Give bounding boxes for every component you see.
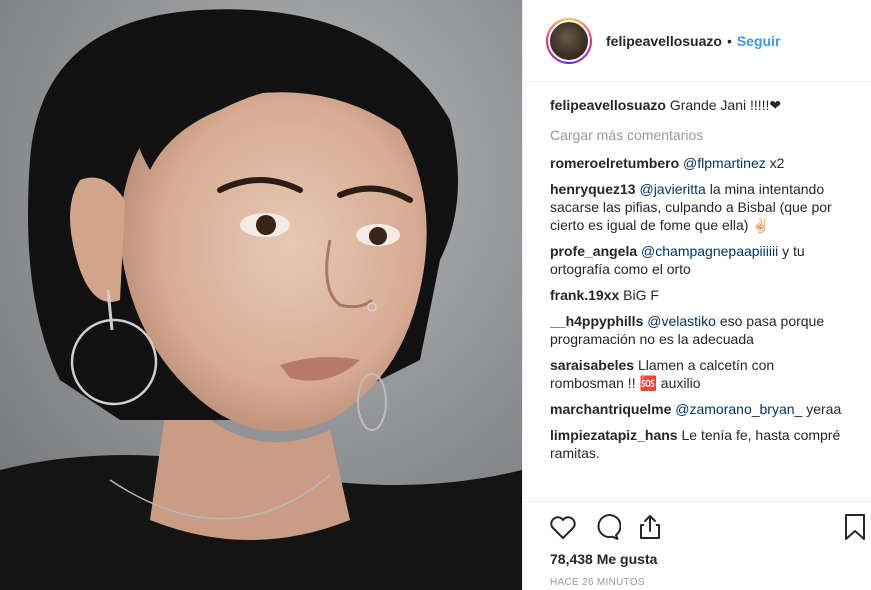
comment-item: saraisabeles Llamen a calcetín con rombo… [550,356,850,392]
comment-username[interactable]: henryquez13 [550,181,636,197]
comment-item: henryquez13 @javieritta la mina intentan… [550,180,850,234]
comment-item: profe_angela @champagnepaapiiiiii y tu o… [550,242,850,278]
like-button[interactable] [548,512,578,542]
comment-item: marchantriquelme @zamorano_bryan_ yeraa [550,400,850,418]
post-sidebar: felipeavellosuazo • Seguir felipeavellos… [522,0,871,590]
comment-item: limpiezatapiz_hans Le tenía fe, hasta co… [550,426,850,462]
save-button[interactable] [840,512,870,542]
follow-button[interactable]: Seguir [737,33,781,49]
comment-mention[interactable]: @flpmartinez [683,155,766,171]
share-button[interactable] [635,512,665,542]
load-more-comments-button[interactable]: Cargar más comentarios [550,126,850,144]
post-header: felipeavellosuazo • Seguir [523,0,871,82]
comment-item: romeroelretumbero @flpmartinez x2 [550,154,850,172]
comment-mention[interactable]: @velastiko [647,313,716,329]
likes-count[interactable]: 78,438 Me gusta [550,551,657,567]
comment-username[interactable]: marchantriquelme [550,401,671,417]
comment-mention[interactable]: @javieritta [639,181,705,197]
post-photo[interactable] [0,0,522,590]
comment-button[interactable] [591,512,622,542]
comment-username[interactable]: limpiezatapiz_hans [550,427,678,443]
comment-username[interactable]: frank.19xx [550,287,619,303]
comment-item: __h4ppyphills @velastiko eso pasa porque… [550,312,850,348]
comment-text: yeraa [802,401,842,417]
comments-list[interactable]: felipeavellosuazo Grande Jani !!!!!❤ Car… [550,96,850,501]
comment-mention[interactable]: @champagnepaapiiiiii [641,243,778,259]
share-icon [640,515,660,539]
post-timestamp[interactable]: Hace 26 minutos [550,577,645,588]
caption: felipeavellosuazo Grande Jani !!!!!❤ [550,96,850,114]
comment-text: BiG F [619,287,659,303]
comment-username[interactable]: romeroelretumbero [550,155,679,171]
action-bar [523,501,871,551]
avatar[interactable] [546,17,592,64]
header-username[interactable]: felipeavellosuazo [606,33,722,49]
caption-username[interactable]: felipeavellosuazo [550,97,666,113]
portrait-image [0,0,522,590]
comment-text: x2 [765,155,785,171]
heart-icon [550,516,576,539]
comment-mention[interactable]: @zamorano_bryan_ [675,401,802,417]
comment-username[interactable]: saraisabeles [550,357,634,373]
bookmark-icon [845,514,865,540]
comment-item: frank.19xx BiG F [550,286,850,304]
caption-text: Grande Jani !!!!!❤ [665,97,782,113]
comment-icon [597,514,622,540]
comment-username[interactable]: __h4ppyphills [550,313,643,329]
comment-username[interactable]: profe_angela [550,243,637,259]
separator-dot: • [726,32,732,49]
